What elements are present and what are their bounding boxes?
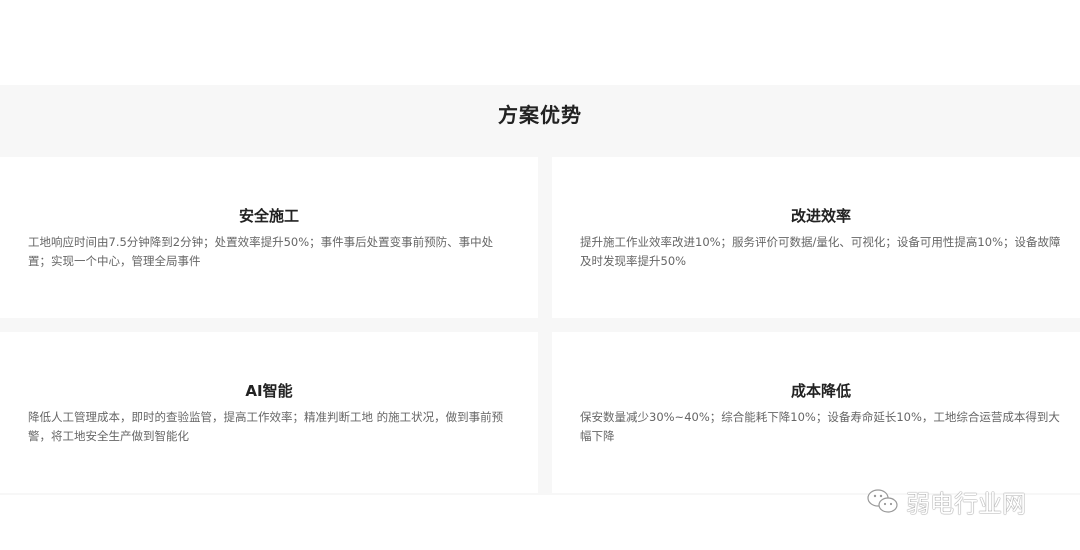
card-body: 工地响应时间由7.5分钟降到2分钟；处置效率提升50%；事件事后处置变事前预防、… [28,235,494,268]
wechat-icon [867,488,898,513]
card-ai: AI智能 降低人工管理成本，即时的查验监管，提高工作效率；精准判断工地 的施工状… [0,332,538,493]
card-safe-construction: 安全施工 工地响应时间由7.5分钟降到2分钟；处置效率提升50%；事件事后处置变… [0,157,538,318]
card-title: 成本降低 [790,382,851,400]
watermark: 弱电行业网 [866,484,1026,519]
card-title: AI智能 [245,382,293,400]
card-title: 安全施工 [238,207,299,225]
card-title: 改进效率 [790,207,851,225]
card-cost: 成本降低 保安数量减少30%~40%；综合能耗下降10%；设备寿命延长10%，工… [552,332,1080,493]
section-title: 方案优势 [498,103,582,127]
card-body: 保安数量减少30%~40%；综合能耗下降10%；设备寿命延长10%，工地综合运营… [580,410,1060,443]
card-efficiency: 改进效率 提升施工作业效率改进10%；服务评价可数据/量化、可视化；设备可用性提… [552,157,1080,318]
card-body: 降低人工管理成本，即时的查验监管，提高工作效率；精准判断工地 的施工状况，做到事… [28,410,504,443]
watermark-text: 弱电行业网 [906,490,1026,518]
card-body: 提升施工作业效率改进10%；服务评价可数据/量化、可视化；设备可用性提高10%；… [580,235,1061,268]
